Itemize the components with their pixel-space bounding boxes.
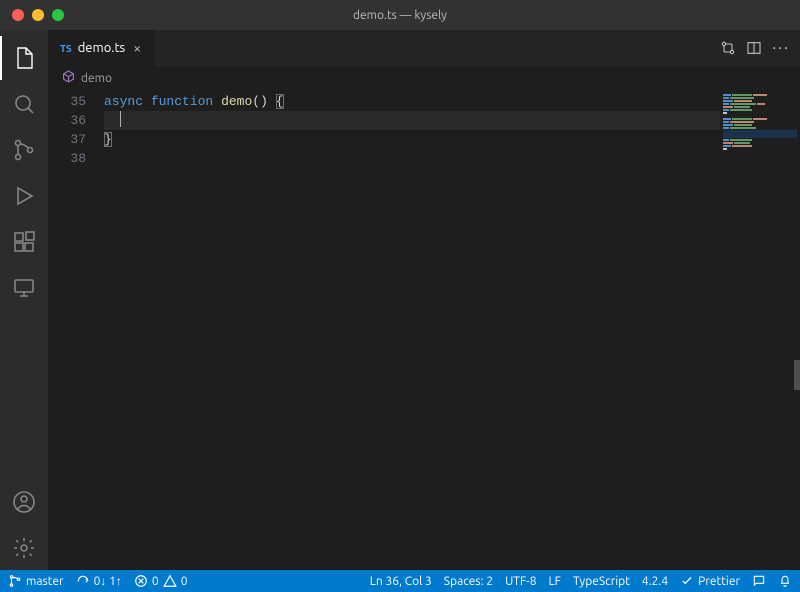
settings-gear-icon[interactable]	[0, 526, 48, 570]
scrollbar-thumb[interactable]	[794, 360, 800, 390]
split-editor-icon[interactable]	[746, 40, 762, 56]
eol[interactable]: LF	[549, 575, 561, 588]
git-sync[interactable]: 0↓ 1↑	[76, 574, 122, 588]
git-branch[interactable]: master	[8, 574, 64, 588]
minimize-window-button[interactable]	[32, 9, 44, 21]
status-bar: master 0↓ 1↑ 0 0 Ln 36, Col 3 Spaces: 2 …	[0, 570, 800, 592]
cursor-position[interactable]: Ln 36, Col 3	[370, 575, 432, 588]
titlebar[interactable]: demo.ts — kysely	[0, 0, 800, 30]
compare-changes-icon[interactable]	[720, 40, 736, 56]
breadcrumb-symbol: demo	[81, 72, 112, 85]
code-line-current[interactable]	[104, 111, 800, 130]
more-actions-icon[interactable]: ···	[772, 39, 790, 57]
notifications-bell-icon[interactable]	[778, 574, 792, 588]
accounts-icon[interactable]	[0, 480, 48, 524]
breadcrumbs[interactable]: demo	[48, 66, 800, 90]
run-debug-icon[interactable]	[0, 174, 48, 218]
problems[interactable]: 0 0	[134, 574, 188, 588]
close-window-button[interactable]	[12, 9, 24, 21]
extensions-icon[interactable]	[0, 220, 48, 264]
search-icon[interactable]	[0, 82, 48, 126]
symbol-icon	[62, 70, 75, 86]
formatter[interactable]: Prettier	[680, 574, 740, 588]
remote-icon[interactable]	[0, 266, 48, 310]
typescript-file-icon: TS	[60, 43, 72, 54]
code-line[interactable]: async function demo() {	[104, 92, 800, 111]
line-number-gutter: 35 36 37 38	[48, 90, 104, 570]
language-mode[interactable]: TypeScript	[573, 575, 630, 588]
explorer-icon[interactable]	[0, 36, 48, 80]
editor-tabs: TS demo.ts × ···	[48, 30, 800, 66]
text-cursor	[120, 111, 122, 127]
tab-filename: demo.ts	[78, 41, 126, 55]
code-editor[interactable]: 35 36 37 38 async function demo() { }	[48, 90, 800, 570]
window-title: demo.ts — kysely	[0, 9, 800, 22]
feedback-icon[interactable]	[752, 574, 766, 588]
indentation[interactable]: Spaces: 2	[444, 575, 493, 588]
code-line[interactable]	[104, 149, 800, 168]
window-controls	[0, 9, 64, 21]
activity-bar	[0, 30, 48, 570]
tab-demo-ts[interactable]: TS demo.ts ×	[48, 30, 156, 66]
source-control-icon[interactable]	[0, 128, 48, 172]
close-tab-icon[interactable]: ×	[131, 40, 143, 56]
encoding[interactable]: UTF-8	[505, 575, 536, 588]
minimap[interactable]	[720, 90, 800, 170]
typescript-version[interactable]: 4.2.4	[642, 575, 668, 588]
code-line[interactable]: }	[104, 130, 800, 149]
maximize-window-button[interactable]	[52, 9, 64, 21]
